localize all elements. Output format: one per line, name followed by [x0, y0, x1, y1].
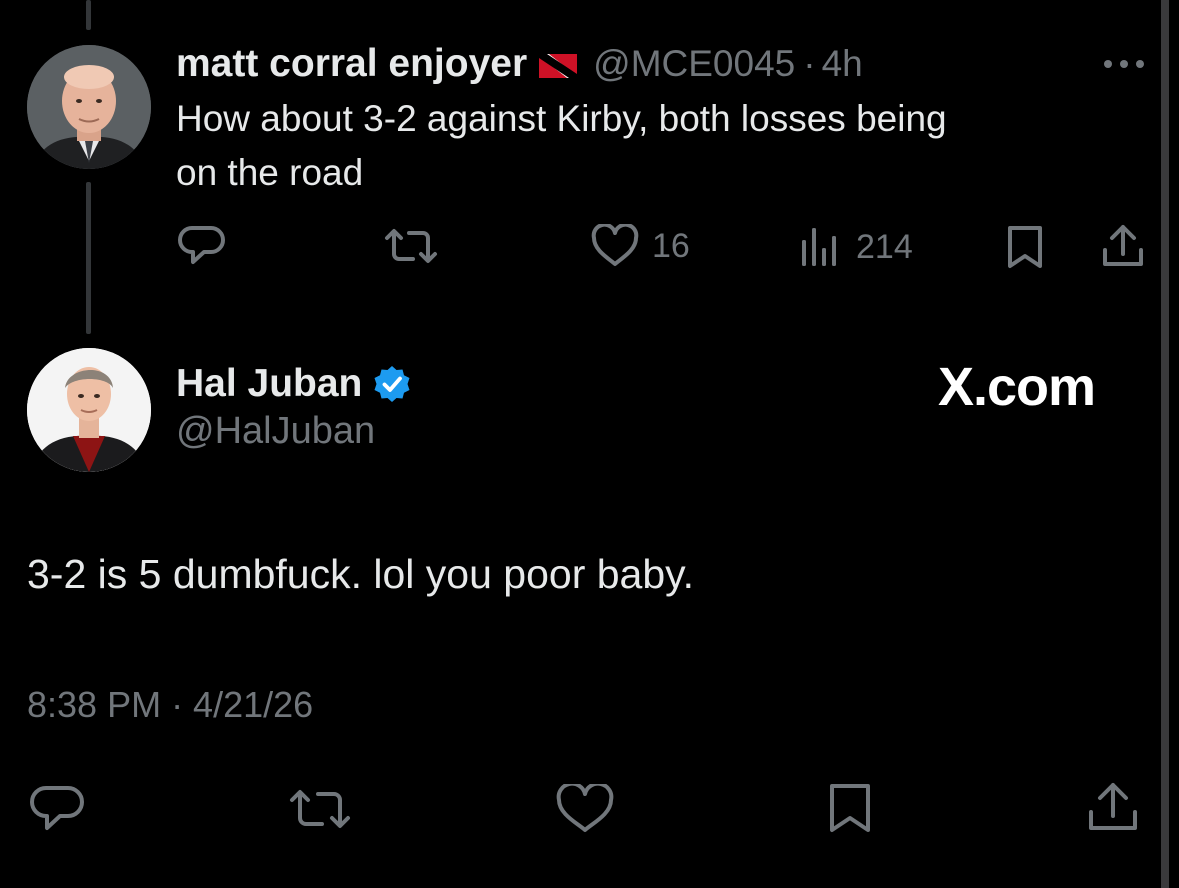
- thread-line: [86, 182, 91, 334]
- tweet-header: Hal Juban: [176, 358, 412, 410]
- thread-line-top: [86, 0, 91, 30]
- tweet-text: How about 3-2 against Kirby, both losses…: [176, 92, 947, 200]
- tweet-timestamp[interactable]: 8:38 PM · 4/21/26: [27, 684, 313, 726]
- tweet-text-line-1: How about 3-2 against Kirby, both losses…: [176, 98, 947, 139]
- views-icon: [800, 226, 840, 268]
- tweet-header: matt corral enjoyer @MCE0045 · 4h: [176, 39, 863, 89]
- avatar[interactable]: [27, 45, 151, 169]
- more-horizontal-icon[interactable]: [1100, 54, 1148, 74]
- heart-icon[interactable]: [555, 784, 615, 834]
- scrollbar[interactable]: [1161, 0, 1169, 888]
- views-button[interactable]: 214: [800, 226, 913, 268]
- display-name[interactable]: Hal Juban: [176, 362, 362, 406]
- avatar-photo: [27, 348, 151, 472]
- like-button[interactable]: 16: [590, 224, 690, 268]
- heart-icon: [590, 224, 640, 268]
- tweet-text: 3-2 is 5 dumbfuck. lol you poor baby.: [27, 551, 694, 597]
- retweet-icon[interactable]: [383, 226, 439, 266]
- x-com-watermark: X.com: [938, 357, 1096, 417]
- time-ago[interactable]: 4h: [822, 43, 863, 85]
- view-count: 214: [856, 227, 913, 266]
- bookmark-icon[interactable]: [1004, 224, 1046, 270]
- display-name[interactable]: matt corral enjoyer: [176, 42, 527, 86]
- avatar-photo: [27, 45, 151, 169]
- handle[interactable]: @MCE0045: [593, 43, 795, 85]
- retweet-icon[interactable]: [288, 786, 352, 832]
- trinidad-and-tobago-flag-icon: [539, 54, 578, 78]
- share-icon[interactable]: [1086, 780, 1140, 834]
- bookmark-icon[interactable]: [826, 782, 874, 834]
- tweet-text-line-2: on the road: [176, 152, 364, 193]
- avatar[interactable]: [27, 348, 151, 472]
- share-icon[interactable]: [1100, 222, 1146, 270]
- reply-icon[interactable]: [30, 784, 86, 834]
- reply-icon[interactable]: [178, 224, 226, 268]
- like-count: 16: [652, 226, 690, 265]
- handle[interactable]: @HalJuban: [176, 410, 375, 453]
- separator: ·: [803, 43, 816, 84]
- verified-badge-icon: [372, 364, 412, 404]
